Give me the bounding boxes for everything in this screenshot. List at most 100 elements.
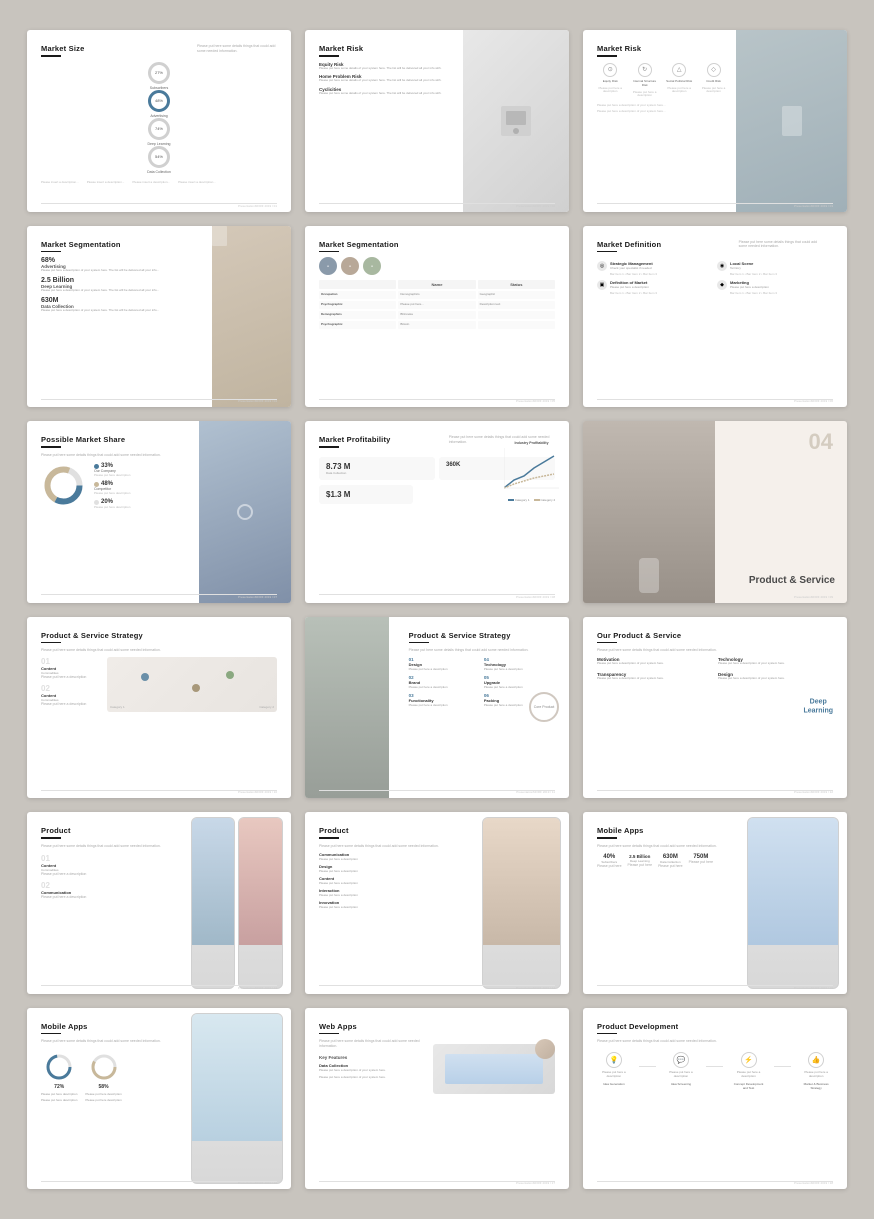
circle-label-1: Subscribers bbox=[150, 86, 168, 90]
page-num-1: PresentationMORF 2019 / 01 bbox=[238, 204, 277, 208]
slide-12-title: Our Product & Service bbox=[597, 631, 727, 640]
slide-15-underline bbox=[597, 837, 617, 839]
risk-icon-3: △ Social Political Risk Please put here … bbox=[666, 63, 692, 99]
mstat-2: 2.5 Billion Deep Learning Please put her… bbox=[628, 854, 653, 869]
feature-4: Interaction Please put here a descriptio… bbox=[319, 888, 456, 897]
phone-mockup-15 bbox=[747, 817, 839, 989]
page-num-16: PresentationMORF 2019 / 16 bbox=[238, 1181, 277, 1185]
slide-market-size: Market Size Please put here some details… bbox=[27, 30, 291, 212]
page-num-3: PresentationMORF 2019 / 03 bbox=[794, 204, 833, 208]
product-numbered-2: 02 Communication Please put here a descr… bbox=[41, 881, 178, 900]
feature-3: Content Please put here a description bbox=[319, 876, 456, 885]
mstat-4: 750M Please put here bbox=[689, 854, 714, 869]
circle-ring-4: 54% bbox=[148, 146, 170, 168]
page-num-5: PresentationMORF 2019 / 05 bbox=[516, 399, 555, 403]
slide-18-underline bbox=[597, 1033, 617, 1035]
slide-market-seg-2: Market Segmentation ● ● ● Name Status Oc… bbox=[305, 226, 569, 408]
page-num-10: PresentationMORF 2019 / 10 bbox=[238, 790, 277, 794]
step-3: 03 Functionality Please put here a descr… bbox=[409, 693, 480, 707]
slide-7-photo bbox=[199, 421, 291, 603]
page-num-9: PresentationMORF 2019 / 09 bbox=[794, 595, 833, 599]
dev-icon-2: 💬 Please put here a description Idea Scr… bbox=[664, 1052, 698, 1090]
strategy-content: 01 Content Commodities Please put here a… bbox=[41, 657, 277, 712]
seg-row-4: Psychographic Bitcoin bbox=[319, 321, 555, 329]
step-4: 04 Technology Please put here a descript… bbox=[484, 657, 555, 671]
share-stat-1: 33% Our Company Please put here descript… bbox=[94, 463, 130, 477]
stat-2: 2.5 Billion Deep Learning Please put her… bbox=[41, 277, 194, 293]
webapp-feature-1: Data Collection Please put here a descri… bbox=[319, 1063, 425, 1072]
seg-row-1: Occupation Demographics Geographic bbox=[319, 291, 555, 299]
slide-2-image bbox=[463, 30, 569, 212]
risk-icons-row: ⊙ Equity Risk Please put here a descript… bbox=[597, 63, 727, 99]
risk-icon-1: ⊙ Equity Risk Please put here a descript… bbox=[597, 63, 623, 99]
circle-label-2: Advertising bbox=[150, 114, 167, 118]
slide-8-title: Market Profitability bbox=[319, 435, 449, 444]
slide-13-underline bbox=[41, 837, 61, 839]
mstat-1: 40% Subscribers Please put here bbox=[597, 854, 622, 869]
donut-chart bbox=[41, 463, 86, 508]
slide-9-photo bbox=[583, 421, 715, 603]
stat-3: 630M Data Collection Please put here a d… bbox=[41, 297, 194, 313]
numbered-2: 02 Content Commodities Please put here a… bbox=[41, 684, 101, 707]
opi-4: Design Please put here a description of … bbox=[718, 672, 833, 681]
numbered-1: 01 Content Commodities Please put here a… bbox=[41, 657, 101, 680]
market-share-content: 33% Our Company Please put here descript… bbox=[41, 463, 178, 509]
slide-4-title: Market Segmentation bbox=[41, 240, 194, 249]
slide-5-title: Market Segmentation bbox=[319, 240, 555, 249]
slide-product-strategy-1: Product & Service Strategy Please put he… bbox=[27, 617, 291, 799]
def-icon-3: ▣ bbox=[597, 280, 607, 290]
def-item-3: ▣ Definition of Market Please put here a… bbox=[597, 280, 713, 295]
def-icon-2: ◉ bbox=[717, 261, 727, 271]
circle-ring-1: 27% bbox=[148, 62, 170, 84]
deep-learning-badge: DeepLearning bbox=[803, 699, 833, 716]
mobile-circle-2: 58% Please put here description Please p… bbox=[85, 1052, 121, 1102]
phone-mockup-16 bbox=[191, 1013, 283, 1185]
page-num-8: PresentationMORF 2019 / 08 bbox=[516, 595, 555, 599]
risk-item-2: Home Problem Risk Please put here some d… bbox=[319, 74, 449, 83]
slide-9-num: 04 bbox=[809, 429, 833, 455]
slide-13-title: Product bbox=[41, 826, 178, 835]
page-num-15: PresentationMORF 2019 / 15 bbox=[794, 986, 833, 990]
slide-market-seg-1: Market Segmentation 68% Advertising Plea… bbox=[27, 226, 291, 408]
slide-12-underline bbox=[597, 642, 617, 644]
circle-ring-2: 48% bbox=[148, 90, 170, 112]
circle-74: 74% Deep Learning bbox=[41, 118, 277, 146]
opi-2: Technology Please put here a description… bbox=[718, 657, 833, 666]
slide-2-title: Market Risk bbox=[319, 44, 449, 53]
mobile-circle-1: 72% Please put here description Please p… bbox=[41, 1052, 77, 1102]
slide-3-photo bbox=[736, 30, 847, 212]
phone-mockup-13 bbox=[191, 817, 283, 989]
risk-icon-4: ◇ Credit Risk Please put here a descript… bbox=[700, 63, 726, 99]
stat-row: 68% Advertising Please put here a descri… bbox=[41, 257, 194, 313]
slide-market-share: Possible Market Share Please put here so… bbox=[27, 421, 291, 603]
page-num-7: PresentationMORF 2019 / 07 bbox=[238, 595, 277, 599]
slides-grid: Market Size Please put here some details… bbox=[27, 30, 847, 1189]
share-stat-3: 20% Please put here description bbox=[94, 499, 130, 509]
slide-6-title: Market Definition bbox=[597, 240, 739, 249]
slide-18-title: Product Development bbox=[597, 1022, 833, 1031]
slide-11-title: Product & Service Strategy bbox=[409, 631, 555, 640]
slide-15-title: Mobile Apps bbox=[597, 826, 734, 835]
stat-1: 68% Advertising Please put here a descri… bbox=[41, 257, 194, 273]
phone-mockup-14 bbox=[482, 817, 561, 989]
slide-8-underline bbox=[319, 446, 339, 448]
slide-product-service-section: 04 Product & Service PresentationMORF 20… bbox=[583, 421, 847, 603]
feature-2: Design Please put here a description bbox=[319, 864, 456, 873]
slide-product-1: Product Please put here some details thi… bbox=[27, 812, 291, 994]
def-item-2: ◉ Local Scene Territory Bar Item 1 • Bar… bbox=[717, 261, 833, 276]
feature-5: Innovation Please put here a description bbox=[319, 900, 456, 909]
slide-17-underline bbox=[319, 1033, 339, 1035]
circle-label-4: Data Collection bbox=[147, 170, 171, 174]
slide-11-underline bbox=[409, 642, 429, 644]
def-item-1: ◎ Strategic Management Check your specia… bbox=[597, 261, 713, 276]
slide-4-image bbox=[212, 226, 291, 408]
step-5: 05 Upgrade Please put here a description bbox=[484, 675, 555, 689]
slide-2-underline bbox=[319, 55, 339, 57]
slide-16-underline bbox=[41, 1033, 61, 1035]
slide-5-underline bbox=[319, 251, 339, 253]
page-num-12: PresentationMORF 2019 / 12 bbox=[794, 790, 833, 794]
page-num-13: PresentationMORF 2019 / 13 bbox=[238, 986, 277, 990]
mobile-stats: 40% Subscribers Please put here 2.5 Bill… bbox=[597, 854, 734, 869]
page-num-14: PresentationMORF 2019 / 14 bbox=[516, 986, 555, 990]
slide-14-underline bbox=[319, 837, 339, 839]
